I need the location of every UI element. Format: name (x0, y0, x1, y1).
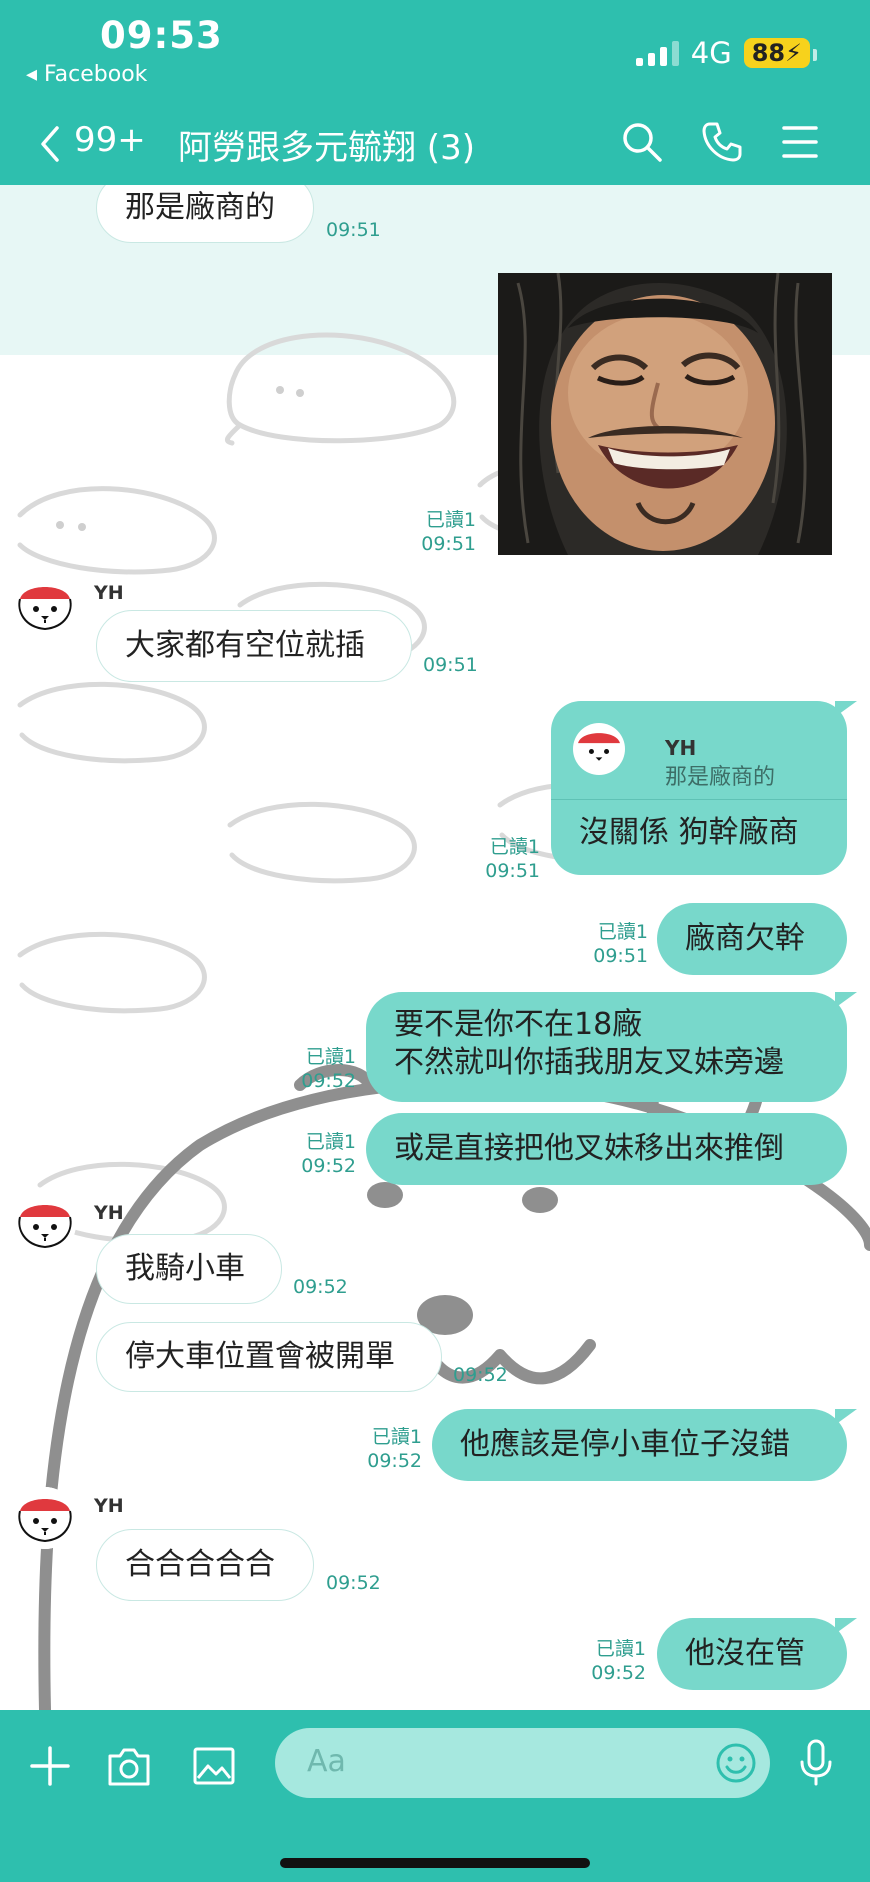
read-status: 已讀1 (489, 836, 540, 858)
message-text: 廠商欠幹 (685, 921, 805, 956)
nav-bar: 99+ 阿勞跟多元毓翔 (3) (0, 112, 870, 172)
message-time: 09:52 (453, 1364, 508, 1386)
message-text: 沒關係 狗幹廠商 (579, 815, 799, 850)
message-time: 09:52 (591, 1662, 646, 1684)
message-time: 09:51 (421, 533, 476, 555)
message-bubble-incoming[interactable]: 合合合合合 (96, 1529, 314, 1601)
home-indicator[interactable] (280, 1858, 590, 1868)
message-time: 09:51 (326, 219, 381, 241)
quoted-avatar-icon (573, 723, 625, 775)
message-bubble-incoming[interactable]: 停大車位置會被開單 (96, 1322, 442, 1392)
chat-title[interactable]: 阿勞跟多元毓翔 (3) (178, 120, 475, 169)
message-bubble-incoming[interactable]: 那是廠商的 (96, 185, 314, 243)
message-text: 停大車位置會被開單 (125, 1339, 395, 1374)
sender-name: YH (94, 1202, 124, 1224)
read-status: 已讀1 (305, 1131, 356, 1153)
input-bar: Aa (0, 1710, 870, 1882)
message-time: 09:52 (301, 1155, 356, 1177)
message-time: 09:52 (293, 1276, 348, 1298)
message-bubble-outgoing[interactable]: 廠商欠幹 (657, 903, 847, 975)
quoted-text: 那是廠商的 (665, 765, 776, 790)
emoji-icon[interactable] (715, 1742, 757, 1784)
message-text: 合合合合合 (125, 1547, 275, 1582)
plus-icon[interactable] (28, 1744, 72, 1788)
microphone-icon[interactable] (796, 1738, 836, 1788)
status-indicators: 4G 88⚡ (635, 36, 818, 70)
read-receipt: 已讀1 09:51 (470, 835, 540, 883)
back-to-app-link[interactable]: ◂ Facebook (26, 62, 147, 87)
read-receipt: 已讀1 09:52 (352, 1425, 422, 1473)
message-time: 09:51 (485, 860, 540, 882)
call-icon[interactable] (700, 120, 744, 164)
read-status: 已讀1 (597, 921, 648, 943)
message-text: 他應該是停小車位子沒錯 (460, 1427, 790, 1462)
message-bubble-incoming[interactable]: 我騎小車 (96, 1234, 282, 1304)
read-receipt: 已讀1 09:52 (284, 1130, 356, 1178)
battery-level: 88 (751, 39, 786, 67)
message-input[interactable]: Aa (275, 1728, 770, 1798)
back-chevron-icon[interactable] (40, 126, 60, 162)
message-text-line: 不然就叫你插我朋友叉妹旁邊 (394, 1045, 784, 1080)
message-time: 09:51 (423, 654, 478, 676)
reply-divider (551, 799, 847, 800)
menu-icon[interactable] (780, 120, 820, 164)
network-type: 4G (690, 36, 732, 70)
unread-count[interactable]: 99+ (74, 120, 146, 160)
message-text: 我騎小車 (125, 1251, 245, 1286)
avatar[interactable] (14, 1487, 76, 1549)
message-time: 09:52 (326, 1572, 381, 1594)
read-status: 已讀1 (595, 1638, 646, 1660)
avatar[interactable] (14, 575, 76, 637)
read-receipt: 已讀1 09:52 (284, 1045, 356, 1093)
read-status: 已讀1 (305, 1046, 356, 1068)
read-receipt: 已讀1 09:52 (576, 1637, 646, 1685)
photo-message[interactable] (498, 273, 832, 555)
message-text: 他沒在管 (685, 1636, 805, 1671)
camera-icon[interactable] (106, 1744, 152, 1788)
message-bubble-outgoing[interactable]: 他應該是停小車位子沒錯 (432, 1409, 857, 1481)
message-time: 09:51 (593, 945, 648, 967)
message-bubble-incoming[interactable]: 大家都有空位就插 (96, 610, 412, 682)
message-bubble-outgoing[interactable]: 或是直接把他叉妹移出來推倒 (366, 1113, 847, 1185)
input-placeholder: Aa (307, 1744, 346, 1779)
bear-avatar-icon (14, 1487, 76, 1549)
status-time: 09:53 (100, 14, 223, 57)
sender-name: YH (94, 1495, 124, 1517)
read-status: 已讀1 (371, 1426, 422, 1448)
message-time: 09:52 (301, 1070, 356, 1092)
image-icon[interactable] (192, 1744, 236, 1788)
sender-name: YH (94, 582, 124, 604)
chat-header: 09:53 ◂ Facebook 4G 88⚡ 99+ 阿勞跟多元毓翔 (3) (0, 0, 870, 185)
bear-avatar-icon (14, 575, 76, 637)
search-icon[interactable] (620, 120, 664, 164)
message-bubble-outgoing[interactable]: 他沒在管 (657, 1618, 857, 1690)
read-receipt: 已讀1 09:51 (400, 508, 476, 556)
message-bubble-outgoing[interactable]: 要不是你不在18廠 不然就叫你插我朋友叉妹旁邊 (366, 992, 857, 1102)
avatar[interactable] (14, 1193, 76, 1255)
message-text: 大家都有空位就插 (125, 628, 365, 663)
message-text-line: 要不是你不在18廠 (394, 1007, 643, 1042)
message-text: 或是直接把他叉妹移出來推倒 (394, 1131, 784, 1166)
message-text: 那是廠商的 (125, 190, 275, 225)
bear-avatar-icon (14, 1193, 76, 1255)
chat-area[interactable]: 那是廠商的 09:51 已讀1 09:51 YH 大家都有空位就插 09:51 … (0, 185, 870, 1710)
reply-message-bubble[interactable]: YH 那是廠商的 沒關係 狗幹廠商 (551, 701, 857, 875)
signal-icon (635, 40, 679, 66)
read-status: 已讀1 (425, 509, 476, 531)
read-receipt: 已讀1 09:51 (578, 920, 648, 968)
battery-icon: 88⚡ (743, 38, 818, 68)
message-time: 09:52 (367, 1450, 422, 1472)
